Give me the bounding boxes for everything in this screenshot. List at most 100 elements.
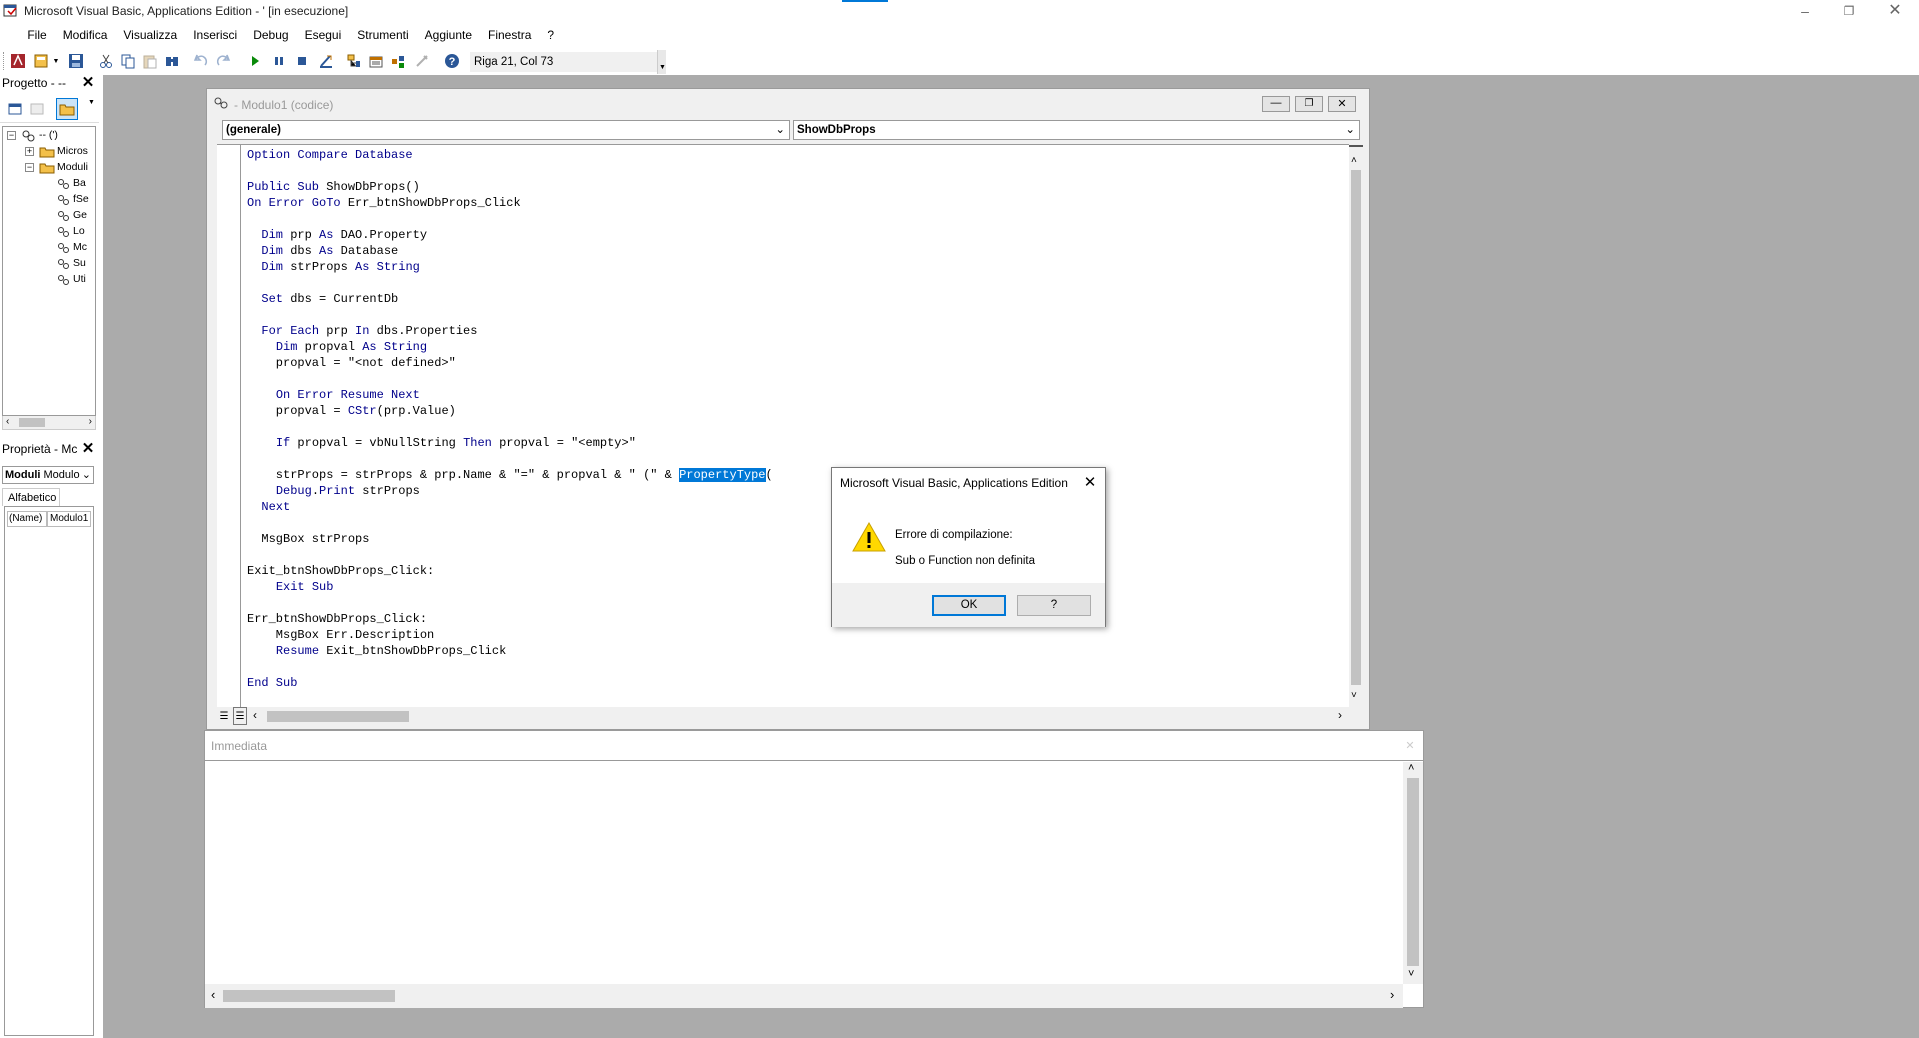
toggle-folders-icon[interactable] — [56, 98, 78, 120]
break-icon[interactable] — [270, 52, 288, 70]
properties-window-icon[interactable] — [367, 52, 385, 70]
menu-strumenti[interactable]: Strumenti — [349, 25, 416, 45]
scroll-thumb[interactable] — [223, 990, 395, 1002]
property-value-cell[interactable]: Modulo1 — [47, 511, 91, 527]
object-browser-icon[interactable] — [389, 52, 407, 70]
project-pane-close-icon[interactable]: ✕ — [80, 75, 96, 91]
project-hscroll[interactable]: ‹ › — [2, 416, 96, 430]
scroll-up-icon[interactable]: ˄ — [1351, 155, 1357, 166]
scroll-thumb[interactable] — [19, 418, 45, 427]
pane-toolbar-overflow-icon[interactable]: ▼ — [88, 99, 95, 106]
design-mode-icon[interactable] — [317, 52, 335, 70]
view-object-icon[interactable] — [28, 100, 46, 118]
view-access-icon[interactable] — [9, 52, 27, 70]
code-vscroll[interactable]: ˄ ˅ — [1349, 145, 1363, 708]
close-button[interactable]: ✕ — [1872, 0, 1918, 22]
tree-module-item[interactable]: Ba — [73, 177, 86, 189]
code-text[interactable]: Option Compare Database Public Sub ShowDb… — [247, 147, 773, 691]
scroll-right-icon[interactable]: › — [1390, 987, 1394, 1002]
tree-folder-modules[interactable]: Moduli — [57, 161, 88, 173]
code-minimize-button[interactable]: — — [1262, 96, 1290, 112]
ok-button[interactable]: OK — [932, 595, 1006, 616]
immediate-hscroll[interactable]: ‹ › — [205, 984, 1403, 1008]
restore-button[interactable]: ❐ — [1826, 0, 1872, 22]
toolbox-icon[interactable] — [413, 52, 431, 70]
menu-file[interactable]: File — [19, 25, 54, 45]
menu-inserisci[interactable]: Inserisci — [185, 25, 245, 45]
properties-object-combo[interactable]: Moduli Modulo ⌄ — [2, 466, 94, 484]
tree-module-item[interactable]: Su — [73, 257, 86, 269]
scroll-right-icon[interactable]: › — [1338, 708, 1342, 722]
tab-alfabetico[interactable]: Alfabetico — [2, 488, 60, 506]
menu-debug[interactable]: Debug — [245, 25, 296, 45]
dialog-close-icon[interactable]: ✕ — [1080, 473, 1100, 493]
copy-icon[interactable] — [119, 52, 137, 70]
scroll-down-icon[interactable]: ˅ — [1351, 690, 1357, 701]
scroll-down-icon[interactable]: ˅ — [1408, 968, 1414, 980]
scroll-left-icon[interactable]: ‹ — [211, 987, 215, 1002]
save-icon[interactable] — [67, 52, 85, 70]
view-code-icon[interactable] — [6, 100, 24, 118]
scroll-up-icon[interactable]: ˄ — [1408, 762, 1414, 774]
object-combo[interactable]: (generale) ⌄ — [222, 120, 790, 140]
procedure-view-icon[interactable]: ☰ — [217, 707, 231, 725]
redo-icon[interactable] — [214, 52, 232, 70]
toolbar-overflow[interactable]: ▼ — [657, 50, 666, 74]
menu-help[interactable]: ? — [539, 25, 562, 45]
split-bar[interactable] — [1349, 145, 1363, 155]
immediate-input[interactable] — [205, 762, 1403, 984]
cut-icon[interactable] — [97, 52, 115, 70]
reset-icon[interactable] — [293, 52, 311, 70]
margin-indicator-bar[interactable] — [217, 145, 241, 708]
procedure-combo[interactable]: ShowDbProps ⌄ — [793, 120, 1360, 140]
run-icon[interactable] — [246, 52, 264, 70]
menu-aggiunte[interactable]: Aggiunte — [417, 25, 480, 45]
folder-icon — [39, 147, 55, 158]
tree-expand-icon[interactable]: + — [25, 147, 34, 156]
menu-finestra[interactable]: Finestra — [480, 25, 539, 45]
code-restore-button[interactable]: ❐ — [1295, 96, 1323, 112]
chevron-down-icon: ⌄ — [775, 124, 785, 136]
toolbar-grip[interactable] — [3, 52, 6, 70]
scroll-thumb[interactable] — [267, 711, 409, 722]
tree-collapse-icon[interactable]: − — [25, 163, 34, 172]
project-pane-toolbar: ▼ — [0, 95, 99, 123]
paste-icon[interactable] — [141, 52, 159, 70]
immediate-titlebar: Immediata ✕ — [205, 731, 1423, 761]
tree-module-item[interactable]: Ge — [73, 209, 87, 221]
undo-icon[interactable] — [192, 52, 210, 70]
code-close-button[interactable]: ✕ — [1328, 96, 1356, 112]
scroll-left-icon[interactable]: ‹ — [6, 416, 9, 427]
properties-pane-close-icon[interactable]: ✕ — [80, 441, 96, 457]
menu-esegui[interactable]: Esegui — [297, 25, 350, 45]
insert-module-icon[interactable] — [33, 52, 51, 70]
project-explorer-icon[interactable] — [345, 52, 363, 70]
folder-open-icon — [39, 163, 55, 174]
scroll-right-icon[interactable]: › — [89, 416, 92, 427]
find-icon[interactable] — [163, 52, 181, 70]
menu-modifica[interactable]: Modifica — [55, 25, 116, 45]
project-root[interactable]: -- (') — [39, 129, 58, 141]
scroll-thumb[interactable] — [1351, 170, 1361, 685]
scroll-thumb[interactable] — [1407, 778, 1419, 966]
immediate-close-icon[interactable]: ✕ — [1403, 739, 1417, 753]
immediate-vscroll[interactable]: ˄ ˅ — [1403, 762, 1423, 984]
tree-module-item[interactable]: Lo — [73, 225, 85, 237]
help-icon[interactable]: ? — [443, 52, 461, 70]
tree-module-item[interactable]: fSe — [73, 193, 89, 205]
module-icon — [58, 195, 69, 205]
procedure-combo-value: ShowDbProps — [797, 124, 876, 136]
code-editor[interactable]: Option Compare Database Public Sub ShowDb… — [217, 144, 1363, 708]
tree-module-item[interactable]: Uti — [73, 273, 86, 285]
scroll-left-icon[interactable]: ‹ — [253, 708, 257, 722]
code-window-titlebar: - Modulo1 (codice) — ❐ ✕ — [207, 89, 1369, 117]
tree-folder-objects[interactable]: Micros — [57, 145, 88, 157]
insert-dropdown-icon[interactable]: ▼ — [52, 52, 60, 70]
tree-collapse-icon[interactable]: − — [7, 131, 16, 140]
property-name-cell[interactable]: (Name) — [7, 511, 47, 527]
minimize-button[interactable]: – — [1782, 0, 1828, 22]
help-button[interactable]: ? — [1017, 595, 1091, 616]
full-module-view-icon[interactable]: ☰ — [233, 707, 247, 725]
tree-module-item[interactable]: Mc — [73, 241, 87, 253]
menu-visualizza[interactable]: Visualizza — [115, 25, 185, 45]
